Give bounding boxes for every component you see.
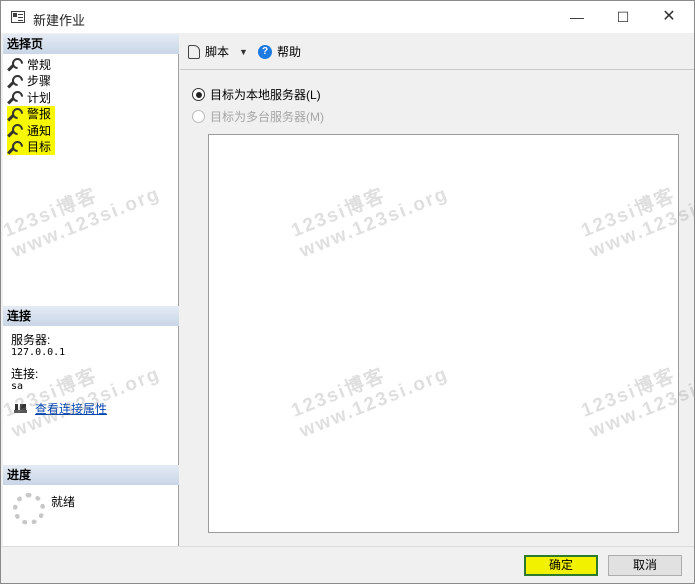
connection-header: 连接 (3, 306, 179, 326)
wrench-icon (7, 107, 21, 121)
help-icon: ? (258, 44, 272, 59)
minimize-button[interactable]: — (554, 1, 600, 33)
server-value: 127.0.0.1 (11, 347, 66, 358)
page-item-targets[interactable]: 目标 (7, 138, 56, 155)
view-connection-properties-link[interactable]: 查看连接属性 (35, 400, 107, 417)
script-label: 脚本 (205, 45, 230, 59)
script-icon (188, 44, 200, 59)
cancel-button[interactable]: 取消 (608, 555, 682, 576)
view-connection-properties[interactable]: 查看连接属性 (13, 400, 107, 417)
page-item-notifications[interactable]: 通知 (7, 122, 56, 139)
plug-icon (13, 403, 29, 415)
help-label: 帮助 (277, 45, 302, 59)
window-icon (11, 11, 25, 23)
page-item-steps[interactable]: 步骤 (7, 73, 55, 90)
left-pane: 选择页 常规 步骤 计划 警报 通知 目标 连接 服务器: 127.0.0.1 … (3, 34, 179, 546)
page-item-label: 常规 (27, 57, 52, 72)
targets-page: 目标为本地服务器(L) 目标为多台服务器(M) (180, 71, 694, 546)
wrench-icon (7, 123, 21, 137)
target-server-list[interactable] (208, 134, 679, 533)
wrench-icon (7, 57, 21, 71)
new-job-dialog: 新建作业 — ☐ ✕ 选择页 常规 步骤 计划 警报 通知 目标 连接 服务器:… (0, 0, 695, 584)
page-item-general[interactable]: 常规 (7, 56, 55, 73)
multi-server-label: 目标为多台服务器(M) (210, 110, 324, 124)
local-server-label: 目标为本地服务器(L) (210, 88, 321, 102)
button-bar: 确定 取消 (1, 546, 694, 583)
connection-value: sa (11, 381, 24, 392)
page-item-label: 计划 (27, 90, 52, 105)
page-list: 常规 步骤 计划 警报 通知 目标 (7, 56, 56, 155)
script-button[interactable]: 脚本 ▼ (188, 43, 248, 60)
progress-status: 就绪 (51, 495, 76, 509)
ok-button[interactable]: 确定 (524, 555, 598, 576)
select-page-header: 选择页 (3, 34, 179, 54)
dropdown-arrow-icon[interactable]: ▼ (239, 47, 248, 57)
page-item-alerts[interactable]: 警报 (7, 105, 56, 122)
connection-label: 连接: (11, 367, 39, 381)
multi-server-option: 目标为多台服务器(M) (192, 108, 324, 125)
page-item-label: 警报 (27, 107, 52, 122)
close-button[interactable]: ✕ (646, 1, 692, 33)
window-title: 新建作业 (33, 13, 86, 28)
progress-header: 进度 (3, 465, 179, 485)
title-bar: 新建作业 — ☐ ✕ (1, 1, 694, 33)
page-item-schedule[interactable]: 计划 (7, 89, 55, 106)
wrench-icon (7, 90, 21, 104)
multi-server-radio (192, 110, 205, 123)
wrench-icon (7, 140, 21, 154)
server-label: 服务器: (11, 333, 51, 347)
page-item-label: 目标 (27, 140, 52, 155)
local-server-radio[interactable] (192, 88, 205, 101)
page-item-label: 通知 (27, 123, 52, 138)
help-button[interactable]: ? 帮助 (258, 43, 301, 60)
page-item-label: 步骤 (27, 74, 52, 89)
maximize-button[interactable]: ☐ (600, 1, 646, 33)
wrench-icon (7, 74, 21, 88)
toolbar: 脚本 ▼ ? 帮助 (180, 34, 694, 70)
local-server-option[interactable]: 目标为本地服务器(L) (192, 86, 321, 103)
progress-spinner-icon (13, 493, 45, 525)
